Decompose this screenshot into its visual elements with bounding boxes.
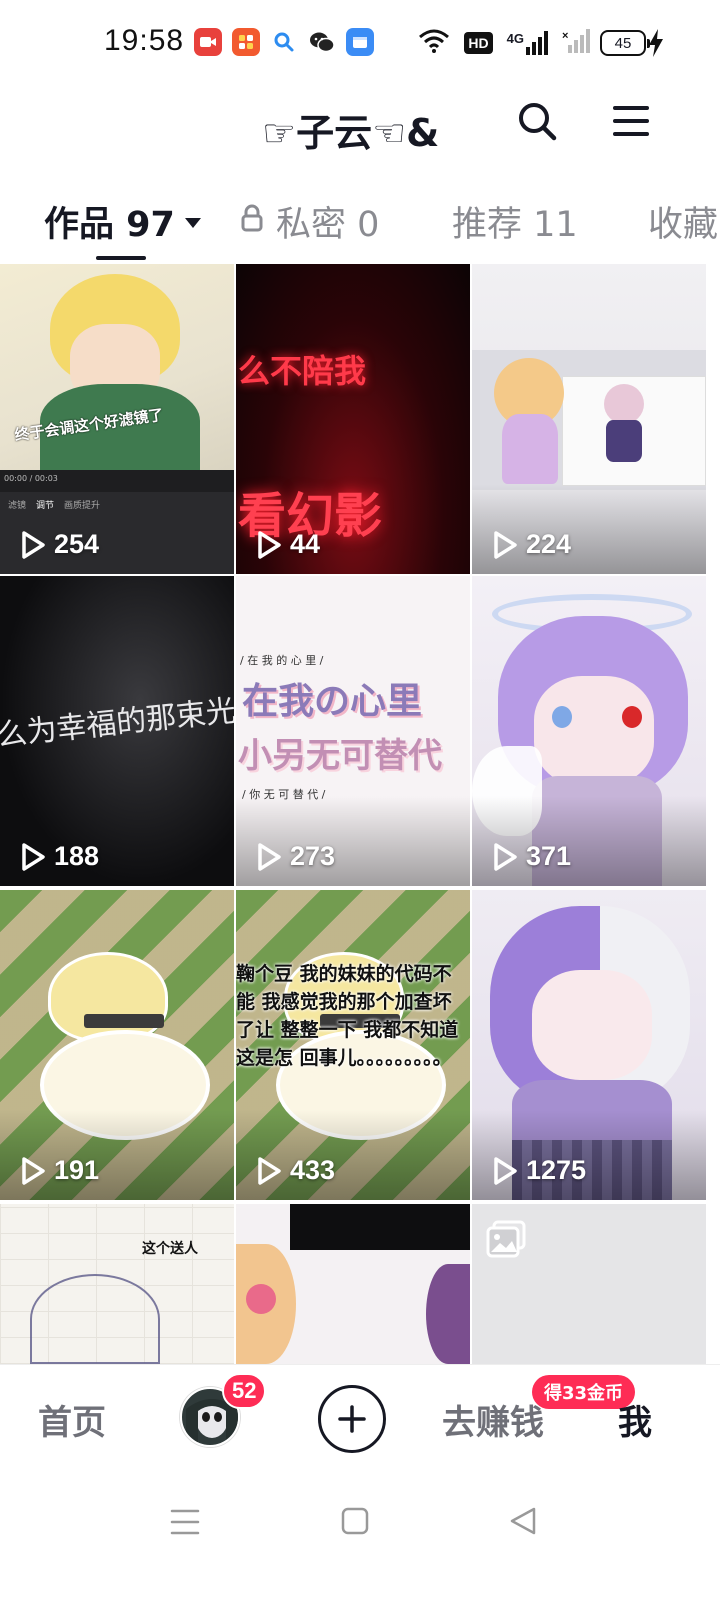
editor-tab: 滤镜	[8, 501, 27, 511]
video-thumbnail[interactable]: 371	[472, 576, 706, 886]
tab-label: 作品 97	[44, 204, 175, 245]
video-thumbnail[interactable]: 终于会调这个好滤镜了 00:00 / 00:03 滤镜 调节 画质提升 254	[0, 264, 234, 574]
video-caption-top: 么不陪我	[238, 352, 367, 390]
status-time: 19:58	[104, 24, 185, 57]
video-thumbnail[interactable]: / 在 我 的 心 里 / 在我の心里 小另无可替代 / 你 无 可 替 代 /…	[236, 576, 470, 886]
battery-icon: 45	[600, 30, 650, 56]
hd-icon: HD	[464, 32, 493, 54]
play-icon	[258, 1156, 281, 1185]
video-caption-small: / 在 我 的 心 里 /	[240, 654, 324, 667]
play-icon	[494, 842, 517, 871]
home-icon[interactable]	[340, 1506, 370, 1540]
play-icon	[494, 530, 517, 559]
plus-icon	[338, 1405, 366, 1433]
signal-no-sim-icon: ×	[562, 29, 590, 57]
profile-tabs: 作品 97 私密 0 推荐 11 收藏	[0, 190, 720, 262]
blue-app-icon	[346, 28, 374, 56]
system-nav-bar	[0, 1474, 720, 1600]
tab-private[interactable]: 私密 0	[240, 190, 379, 252]
create-button[interactable]	[318, 1385, 386, 1453]
active-tab-indicator	[96, 256, 146, 260]
message-badge: 52	[222, 1373, 267, 1409]
video-caption: 么为幸福的那束光	[0, 693, 234, 754]
tab-recommend[interactable]: 推荐 11	[452, 190, 578, 252]
svg-text:×: ×	[562, 30, 568, 42]
profile-name: ☞子云☜&	[262, 111, 440, 155]
video-caption: 鞠个豆 我的妹妹的代码不能 我感觉我的那个加查坏了让 整整一下 我都不知道这是怎…	[236, 963, 459, 1069]
search-icon	[270, 28, 298, 56]
play-icon	[22, 842, 45, 871]
video-thumbnail[interactable]: 么不陪我 看幻影 44	[236, 264, 470, 574]
view-count: 1275	[492, 1155, 586, 1186]
wechat-icon	[308, 28, 336, 56]
screen-record-icon	[194, 28, 222, 56]
play-icon	[258, 842, 281, 871]
search-icon	[519, 103, 557, 141]
nav-earn[interactable]: 去赚钱	[442, 1395, 544, 1444]
tab-works[interactable]: 作品 97	[44, 190, 201, 252]
charging-icon	[648, 29, 664, 61]
view-count: 224	[492, 529, 571, 560]
notification-icons	[194, 28, 374, 56]
play-icon	[22, 530, 45, 559]
video-thumbnail[interactable]: 224	[472, 264, 706, 574]
image-gallery-icon	[486, 1220, 526, 1262]
view-count: 273	[256, 841, 335, 872]
profile-header: ☞子云☜&	[0, 88, 720, 168]
editor-tab: 调节	[36, 501, 55, 511]
view-count: 188	[20, 841, 99, 872]
tab-label: 推荐 11	[452, 204, 578, 245]
view-count: 191	[20, 1155, 99, 1186]
menu-icon	[613, 106, 649, 136]
menu-button[interactable]	[612, 102, 650, 140]
tab-label: 私密 0	[276, 204, 380, 245]
nav-home[interactable]: 首页	[38, 1395, 106, 1444]
tab-label: 收藏	[648, 204, 719, 245]
tab-favorites[interactable]: 收藏	[648, 190, 718, 252]
video-caption-sub: 小另无可替代	[238, 736, 442, 776]
video-thumbnail[interactable]: 么为幸福的那束光 188	[0, 576, 234, 886]
video-thumbnail[interactable]: 这个送人	[0, 1204, 234, 1364]
view-count: 433	[256, 1155, 335, 1186]
nav-me[interactable]: 我	[618, 1395, 652, 1444]
play-icon	[22, 1156, 45, 1185]
video-thumbnail[interactable]: 1275	[472, 890, 706, 1200]
editor-tab: 画质提升	[64, 501, 101, 511]
play-icon	[494, 1156, 517, 1185]
view-count: 371	[492, 841, 571, 872]
view-count: 254	[20, 529, 99, 560]
play-icon	[258, 530, 281, 559]
video-caption-main: 在我の心里	[242, 681, 423, 722]
video-caption: 这个送人	[142, 1241, 198, 1257]
player-time: 00:00 / 00:03	[4, 474, 58, 483]
search-button[interactable]	[516, 100, 558, 142]
video-thumbnail[interactable]: 鞠个豆 我的妹妹的代码不能 我感觉我的那个加查坏了让 整整一下 我都不知道这是怎…	[236, 890, 470, 1200]
status-bar: 19:58 HD 4G × 45	[0, 0, 720, 88]
video-thumbnail[interactable]: 191	[0, 890, 234, 1200]
chevron-down-icon	[184, 218, 201, 228]
recent-apps-icon[interactable]	[170, 1508, 200, 1540]
system-icons: HD 4G ×	[418, 28, 590, 58]
view-count: 44	[256, 529, 320, 560]
video-thumbnail[interactable]	[236, 1204, 470, 1364]
video-thumbnail[interactable]	[472, 1204, 706, 1364]
wifi-icon	[418, 29, 450, 57]
app-icon	[232, 28, 260, 56]
back-icon[interactable]	[508, 1506, 538, 1540]
bottom-nav: 首页 52 去赚钱 得33金币 我	[0, 1364, 720, 1474]
lock-icon	[240, 201, 264, 241]
signal-4g-icon: 4G	[507, 31, 548, 55]
